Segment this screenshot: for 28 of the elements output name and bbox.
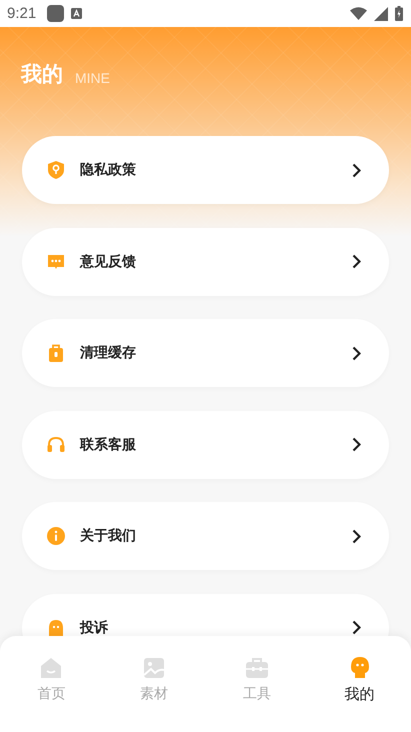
bag-icon (46, 343, 66, 363)
page-subtitle: MINE (75, 69, 110, 87)
wifi-icon (350, 7, 367, 20)
status-time: 9:21 (7, 5, 36, 22)
chevron-right-icon (352, 437, 361, 452)
shield-icon (46, 160, 66, 180)
menu-item[interactable]: 清理缓存 (22, 319, 389, 387)
toolbox-icon (244, 656, 269, 680)
menu-item[interactable]: 投诉 (22, 594, 389, 636)
page-title: 我的 (21, 61, 63, 87)
menu-item[interactable]: 关于我们 (22, 502, 389, 570)
menu-item[interactable]: 意见反馈 (22, 228, 389, 296)
nav-tab[interactable]: 我的 (308, 656, 411, 708)
chevron-right-icon (352, 620, 361, 635)
signal-icon (374, 6, 388, 20)
chevron-right-icon (352, 162, 361, 178)
house-icon (39, 656, 64, 680)
battery-icon (395, 6, 403, 21)
info-icon (46, 526, 66, 546)
headset-icon (46, 434, 66, 454)
image-icon (142, 656, 166, 680)
menu-item[interactable]: 隐私政策 (22, 136, 389, 204)
notification-icon (47, 5, 64, 22)
chevron-right-icon (352, 346, 361, 360)
keyboard-icon (71, 8, 82, 19)
chevron-right-icon (352, 528, 361, 544)
chevron-right-icon (352, 254, 361, 269)
menu-item[interactable]: 联系客服 (22, 410, 389, 478)
